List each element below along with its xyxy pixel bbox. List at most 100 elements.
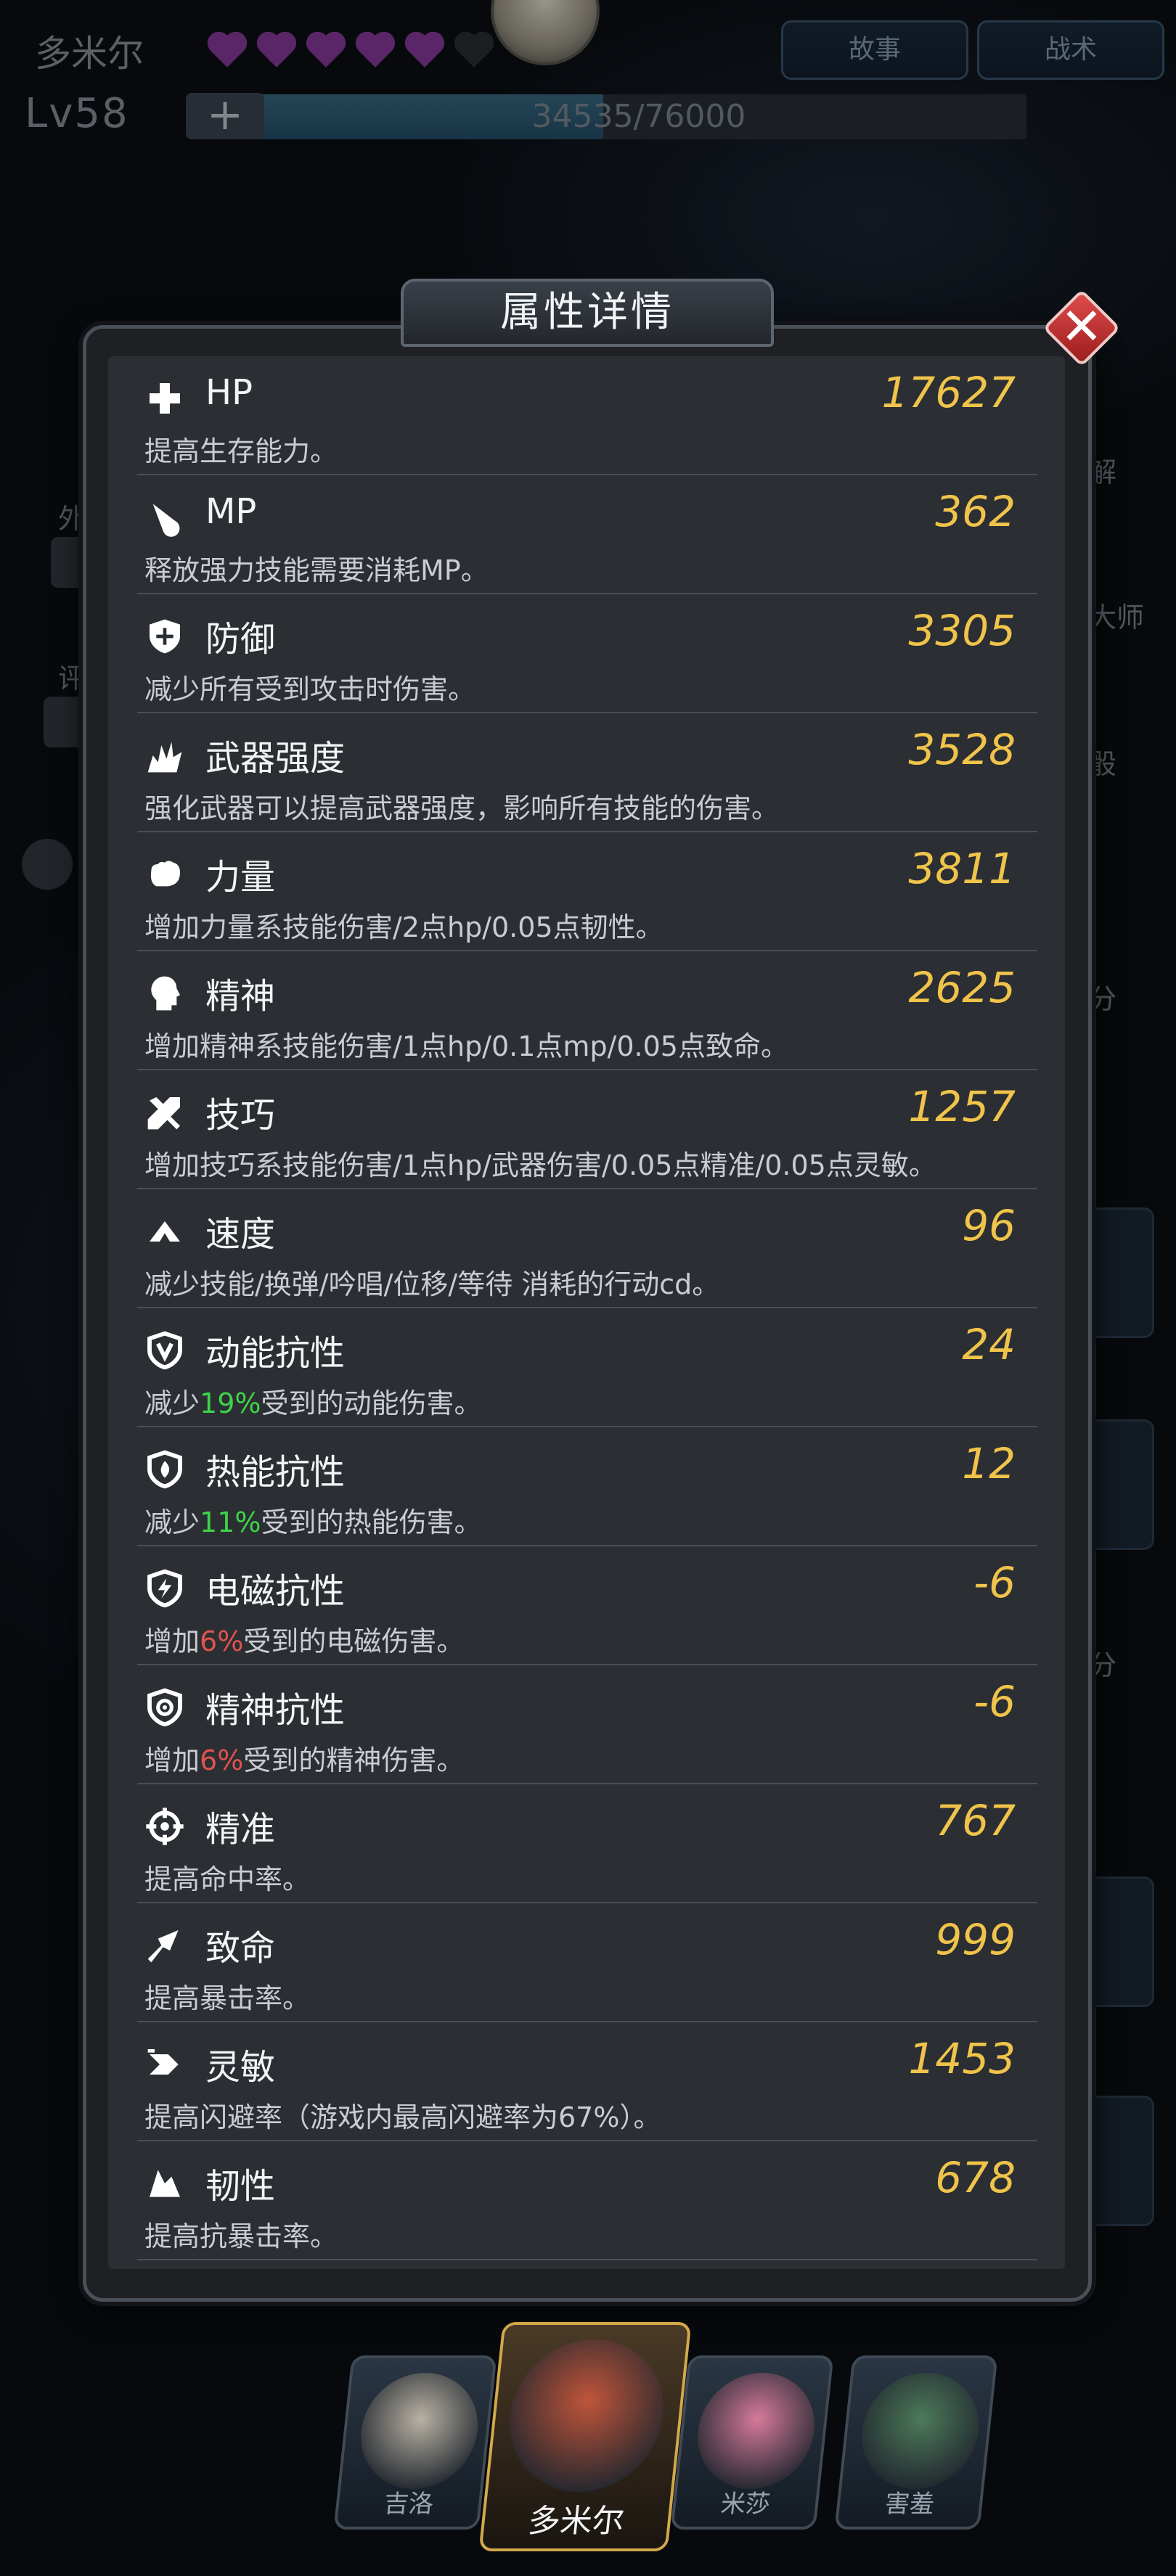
explosion-icon	[144, 735, 185, 776]
description-text: 提高抗暴击率。	[144, 2220, 338, 2252]
attribute-name: 防御	[205, 619, 276, 660]
attribute-name: 动能抗性	[205, 1333, 346, 1374]
tools-icon	[144, 1092, 185, 1133]
attribute-row: 技巧 1257 增加技巧系技能伤害/1点hp/武器伤害/0.05点精准/0.05点灵…	[137, 1070, 1037, 1189]
description-text: 增加技巧系技能伤害/1点hp/武器伤害/0.05点精准/0.05点灵敏。	[144, 1149, 936, 1181]
description-text: 减少	[144, 1387, 200, 1419]
critical-icon	[144, 1925, 185, 1966]
character-portrait	[692, 2373, 821, 2489]
attribute-description: 增加精神系技能伤害/1点hp/0.1点mp/0.05点致命。	[144, 1024, 788, 1064]
attribute-description: 提高生存能力。	[144, 429, 338, 469]
character-name-label: 米莎	[719, 2490, 772, 2519]
attribute-name: 韧性	[205, 2166, 276, 2207]
description-text: 受到的电磁伤害。	[243, 1625, 465, 1657]
character-name-label: 吉洛	[382, 2490, 436, 2519]
attribute-row: MP 362 释放强力技能需要消耗MP。	[137, 475, 1037, 594]
attribute-value: 12	[962, 1439, 1016, 1488]
description-text: 释放强力技能需要消耗MP。	[144, 554, 489, 586]
attribute-name: 电磁抗性	[205, 1571, 346, 1612]
character-card[interactable]: 米莎	[670, 2355, 834, 2530]
droplet-icon	[144, 497, 185, 538]
attribute-name: 热能抗性	[205, 1452, 346, 1493]
attribute-value: 1453	[908, 2034, 1016, 2083]
description-text: 提高生存能力。	[144, 435, 338, 467]
percent-highlight: 6%	[200, 1744, 244, 1776]
percent-highlight: 19%	[200, 1387, 261, 1419]
attribute-row: 精神 2625 增加精神系技能伤害/1点hp/0.1点mp/0.05点致命。	[137, 951, 1037, 1070]
plus-icon	[144, 378, 185, 419]
attribute-description: 增加力量系技能伤害/2点hp/0.05点韧性。	[144, 905, 663, 945]
attribute-description: 减少11%受到的热能伤害。	[144, 1500, 482, 1540]
attribute-value: 999	[935, 1915, 1016, 1964]
fire-shield-icon	[144, 1449, 185, 1490]
description-text: 增加力量系技能伤害/2点hp/0.05点韧性。	[144, 911, 663, 943]
description-text: 强化武器可以提高武器强度，影响所有技能的伤害。	[144, 792, 780, 824]
attribute-row: 力量 3811 增加力量系技能伤害/2点hp/0.05点韧性。	[137, 832, 1037, 951]
attribute-description: 减少19%受到的动能伤害。	[144, 1381, 482, 1421]
modal-title: 属性详情	[401, 279, 774, 347]
attribute-description: 提高抗暴击率。	[144, 2214, 338, 2254]
attribute-row: 精神抗性 -6 增加6%受到的精神伤害。	[137, 1665, 1037, 1784]
attribute-value: 3811	[908, 844, 1016, 893]
character-portrait	[502, 2339, 671, 2492]
attribute-description: 提高命中率。	[144, 1857, 310, 1897]
spiral-shield-icon	[144, 1687, 185, 1728]
character-name-label: 害羞	[883, 2490, 936, 2519]
dodge-icon	[144, 2044, 185, 2085]
crosshair-icon	[144, 1806, 185, 1847]
attribute-row: 速度 96 减少技能/换弹/吟唱/位移/等待 消耗的行动cd。	[137, 1189, 1037, 1308]
attribute-name: 精准	[205, 1809, 276, 1850]
attribute-name: 灵敏	[205, 2047, 276, 2088]
lightning-shield-icon	[144, 1568, 185, 1609]
description-text: 增加精神系技能伤害/1点hp/0.1点mp/0.05点致命。	[144, 1030, 788, 1062]
attribute-row: 韧性 678 提高抗暴击率。	[137, 2141, 1037, 2260]
shield-icon	[144, 616, 185, 657]
attribute-name: 致命	[205, 1928, 276, 1969]
character-card[interactable]: 害羞	[834, 2355, 998, 2530]
attribute-list: HP 17627 提高生存能力。 MP 362 释放强力技能需要消耗MP。 防御 3305 减少…	[108, 356, 1065, 2269]
attribute-description: 提高闪避率（游戏内最高闪避率为67%）。	[144, 2095, 661, 2135]
attribute-row: 动能抗性 24 减少19%受到的动能伤害。	[137, 1308, 1037, 1427]
toughness-icon	[144, 2163, 185, 2204]
attribute-value: 767	[935, 1796, 1016, 1845]
attribute-name: HP	[205, 372, 253, 413]
character-card[interactable]: 多米尔	[478, 2322, 692, 2551]
attribute-description: 释放强力技能需要消耗MP。	[144, 548, 489, 588]
close-button[interactable]: ✕	[1042, 289, 1121, 367]
attribute-value: 362	[935, 487, 1016, 536]
attribute-row: 防御 3305 减少所有受到攻击时伤害。	[137, 594, 1037, 713]
attribute-value: -6	[973, 1558, 1016, 1607]
character-card[interactable]: 吉洛	[333, 2355, 497, 2530]
attribute-description: 增加技巧系技能伤害/1点hp/武器伤害/0.05点精准/0.05点灵敏。	[144, 1143, 936, 1183]
attribute-name: 技巧	[205, 1095, 276, 1136]
attribute-description: 减少技能/换弹/吟唱/位移/等待 消耗的行动cd。	[144, 1262, 719, 1302]
attribute-detail-modal: HP 17627 提高生存能力。 MP 362 释放强力技能需要消耗MP。 防御 3305 减少…	[83, 325, 1092, 2302]
attribute-value: 2625	[908, 963, 1016, 1012]
attribute-row: 武器强度 3528 强化武器可以提高武器强度，影响所有技能的伤害。	[137, 713, 1037, 832]
attribute-value: 678	[935, 2153, 1016, 2202]
character-portrait	[355, 2373, 484, 2489]
attribute-description: 减少所有受到攻击时伤害。	[144, 667, 475, 707]
attribute-value: 96	[962, 1201, 1016, 1250]
attribute-name: 武器强度	[205, 738, 346, 779]
attribute-name: MP	[205, 491, 257, 532]
attribute-description: 强化武器可以提高武器强度，影响所有技能的伤害。	[144, 786, 779, 826]
character-name-label: 多米尔	[526, 2503, 626, 2540]
fist-icon	[144, 854, 185, 895]
attribute-description: 增加6%受到的电磁伤害。	[144, 1619, 464, 1659]
attribute-row: 致命 999 提高暴击率。	[137, 1903, 1037, 2022]
attribute-value: 3528	[908, 725, 1016, 774]
head-icon	[144, 973, 185, 1014]
description-text: 减少技能/换弹/吟唱/位移/等待 消耗的行动cd。	[144, 1268, 720, 1300]
percent-highlight: 11%	[200, 1506, 261, 1538]
description-text: 增加	[144, 1744, 200, 1776]
attribute-row: 灵敏 1453 提高闪避率（游戏内最高闪避率为67%）。	[137, 2022, 1037, 2141]
attribute-value: 1257	[908, 1082, 1016, 1131]
attribute-name: 精神	[205, 976, 276, 1017]
description-text: 受到的热能伤害。	[261, 1506, 482, 1538]
description-text: 提高命中率。	[144, 1863, 311, 1895]
attribute-name: 精神抗性	[205, 1690, 346, 1731]
attribute-value: 3305	[908, 606, 1016, 655]
description-text: 减少所有受到攻击时伤害。	[144, 673, 476, 705]
attribute-value: 24	[962, 1320, 1016, 1369]
